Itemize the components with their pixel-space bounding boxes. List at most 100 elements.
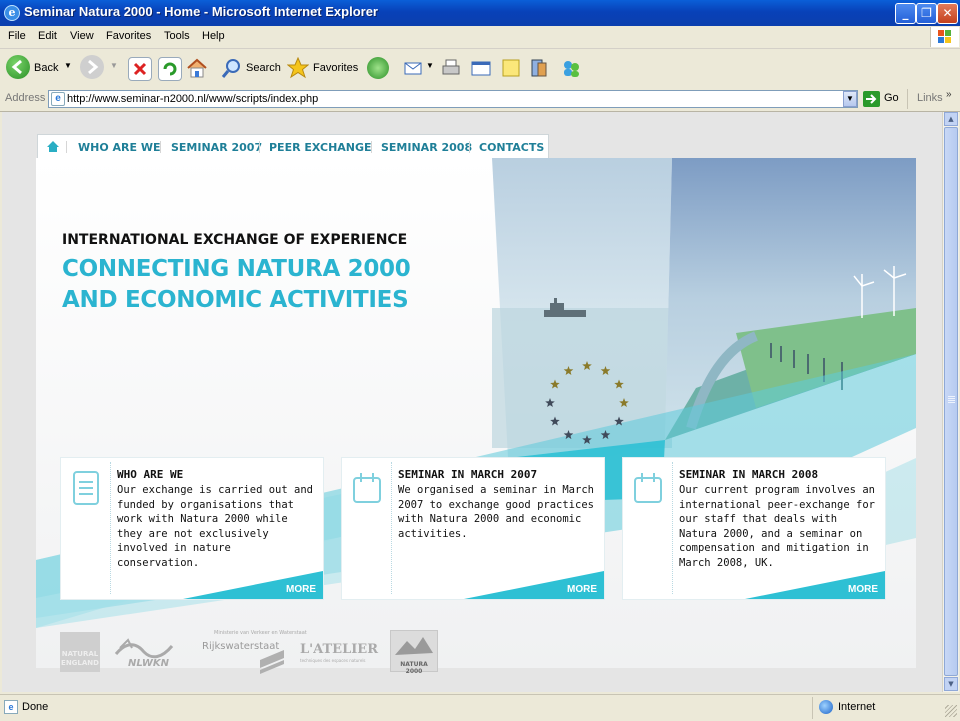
card-body: Our exchange is carried out and funded b…: [117, 484, 313, 569]
hero-banner: INTERNATIONAL EXCHANGE OF EXPERIENCE CON…: [36, 158, 916, 668]
forward-dropdown-icon[interactable]: ▼: [110, 61, 118, 70]
home-nav-icon[interactable]: [47, 141, 59, 155]
windows-flag-icon: [930, 27, 959, 47]
document-icon: [73, 471, 99, 505]
menu-view[interactable]: View: [70, 30, 94, 42]
address-label: Address: [5, 92, 46, 104]
nav-seminar-2008[interactable]: SEMINAR 2008: [381, 141, 472, 154]
logo-text: techniques des espaces naturels: [300, 658, 366, 663]
card-divider: [672, 462, 673, 594]
more-link[interactable]: MORE: [286, 584, 316, 595]
grip-icon: [948, 396, 955, 397]
card-body: Our current program involves an internat…: [679, 484, 875, 569]
maximize-button[interactable]: ❐: [916, 3, 937, 24]
favorites-star-icon[interactable]: [286, 56, 310, 79]
card-title: WHO ARE WE: [117, 468, 184, 481]
research-icon[interactable]: [528, 57, 550, 79]
print-icon[interactable]: [440, 57, 462, 79]
natural-england-logo[interactable]: NATURAL ENGLAND: [60, 632, 100, 672]
rws-mark-icon: [260, 650, 284, 674]
go-arrow-icon[interactable]: [863, 91, 880, 107]
nlwkn-wave-icon: [114, 638, 174, 659]
address-bar: Address e http://www.seminar-n2000.nl/ww…: [0, 87, 960, 112]
logo-text: Ministerie van Verkeer en Waterstaat: [214, 630, 307, 636]
nlwkn-logo[interactable]: NLWKN: [114, 634, 174, 674]
card-who-are-we[interactable]: WHO ARE WE Our exchange is carried out a…: [61, 458, 323, 599]
card-seminar-2007[interactable]: SEMINAR IN MARCH 2007 We organised a sem…: [342, 458, 604, 599]
menu-file[interactable]: File: [8, 30, 26, 42]
card-title: SEMINAR IN MARCH 2007: [398, 468, 538, 481]
scroll-thumb[interactable]: [944, 127, 958, 676]
natura-2000-logo[interactable]: NATURA 2000: [390, 630, 438, 675]
close-button[interactable]: ✕: [937, 3, 958, 24]
stop-icon[interactable]: [128, 57, 152, 81]
nav-separator: [66, 141, 67, 153]
more-link[interactable]: MORE: [848, 584, 878, 595]
links-chevron-icon[interactable]: »: [946, 89, 952, 100]
logo-text: NATURA 2000: [400, 661, 428, 675]
status-text: Done: [22, 701, 49, 713]
refresh-icon[interactable]: [158, 57, 182, 81]
window-title: Seminar Natura 2000 - Home - Microsoft I…: [24, 4, 378, 19]
vertical-scrollbar[interactable]: ▲ ▼: [942, 112, 959, 692]
search-icon[interactable]: [220, 57, 242, 79]
nav-who-are-we[interactable]: WHO ARE WE: [78, 141, 161, 154]
security-zone: Internet: [838, 701, 876, 713]
discuss-icon[interactable]: [500, 57, 522, 79]
favorites-button[interactable]: Favorites: [313, 62, 358, 74]
home-icon[interactable]: [186, 57, 208, 79]
more-link[interactable]: MORE: [567, 584, 597, 595]
back-button[interactable]: Back: [34, 62, 58, 74]
site-nav: WHO ARE WE SEMINAR 2007 PEER EXCHANGE SE…: [37, 134, 549, 159]
page-done-icon: e: [4, 700, 18, 714]
internet-globe-icon: [819, 700, 833, 714]
menu-favorites[interactable]: Favorites: [106, 30, 151, 42]
hero-headline-1: CONNECTING NATURA 2000: [62, 256, 411, 282]
address-input[interactable]: e http://www.seminar-n2000.nl/www/script…: [48, 90, 858, 108]
go-button[interactable]: Go: [884, 92, 899, 104]
divider: [907, 89, 908, 109]
minimize-button[interactable]: _: [895, 3, 916, 24]
nav-separator: [371, 141, 372, 153]
menu-bar: File Edit View Favorites Tools Help: [0, 26, 960, 49]
nav-separator: [469, 141, 470, 153]
search-button[interactable]: Search: [246, 62, 281, 74]
back-dropdown-icon[interactable]: ▼: [64, 61, 72, 70]
logo-text: ENGLAND: [61, 659, 99, 667]
logo-text: NATURAL: [61, 650, 99, 658]
toolbar: Back ▼ ▼ Search Favorites ▼: [0, 49, 960, 88]
menu-help[interactable]: Help: [202, 30, 225, 42]
calendar-icon: [634, 473, 662, 503]
menu-edit[interactable]: Edit: [38, 30, 57, 42]
card-divider: [110, 462, 111, 594]
card-seminar-2008[interactable]: SEMINAR IN MARCH 2008 Our current progra…: [623, 458, 885, 599]
page-icon: e: [51, 92, 65, 106]
forward-arrow-icon[interactable]: [80, 55, 104, 79]
back-arrow-icon[interactable]: [6, 55, 30, 79]
nav-separator: [160, 141, 161, 153]
nav-seminar-2007[interactable]: SEMINAR 2007: [171, 141, 262, 154]
scroll-down-arrow-icon[interactable]: ▼: [944, 677, 958, 691]
history-icon[interactable]: [367, 57, 389, 79]
calendar-icon: [353, 473, 381, 503]
mail-icon[interactable]: [403, 57, 425, 79]
menu-tools[interactable]: Tools: [164, 30, 190, 42]
hero-kicker: INTERNATIONAL EXCHANGE OF EXPERIENCE: [62, 232, 408, 248]
rijkswaterstaat-logo[interactable]: Ministerie van Verkeer en Waterstaat Rij…: [184, 630, 307, 674]
edit-icon[interactable]: [470, 57, 492, 79]
nav-peer-exchange[interactable]: PEER EXCHANGE: [269, 141, 372, 154]
mail-dropdown-icon[interactable]: ▼: [426, 61, 434, 70]
address-dropdown-icon[interactable]: ▼: [843, 91, 857, 107]
nav-contacts[interactable]: CONTACTS: [479, 141, 544, 154]
links-button[interactable]: Links: [917, 92, 943, 104]
card-divider: [391, 462, 392, 594]
title-bar: e Seminar Natura 2000 - Home - Microsoft…: [0, 0, 960, 26]
logo-text: L'ATELIER: [300, 642, 379, 657]
card-body: We organised a seminar in March 2007 to …: [398, 484, 594, 540]
scroll-up-arrow-icon[interactable]: ▲: [944, 112, 958, 126]
messenger-icon[interactable]: [560, 57, 582, 79]
ie-logo-icon: e: [4, 5, 20, 21]
atelier-logo[interactable]: L'ATELIER techniques des espaces naturel…: [300, 642, 380, 672]
web-page: WHO ARE WE SEMINAR 2007 PEER EXCHANGE SE…: [2, 112, 942, 692]
resize-grip-icon[interactable]: [945, 705, 957, 717]
